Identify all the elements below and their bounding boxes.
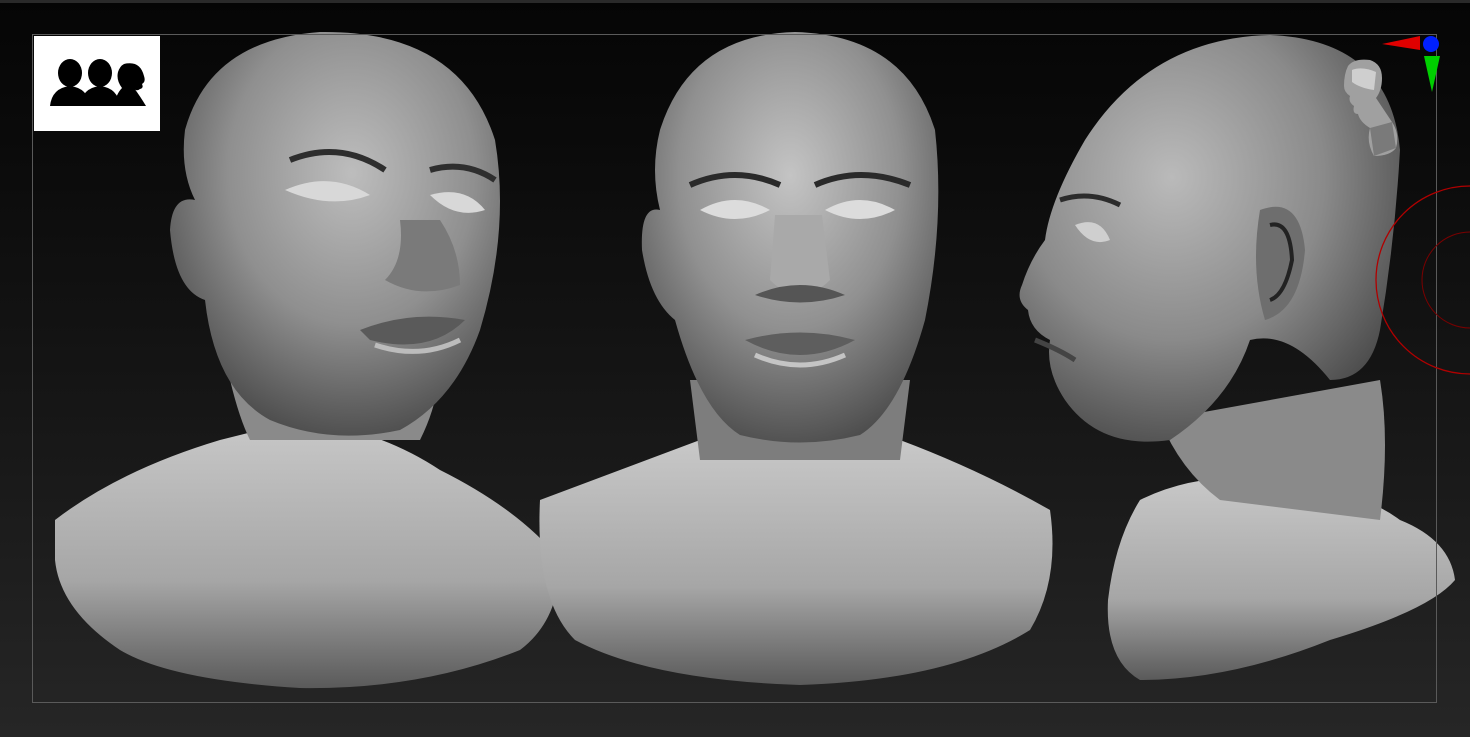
perspective-badge[interactable] <box>34 36 160 131</box>
canvas-viewport[interactable] <box>0 0 1470 737</box>
three-heads-icon <box>50 59 146 106</box>
brush-circle-icon <box>1375 185 1470 375</box>
axis-gizmo-icon[interactable] <box>1330 30 1445 165</box>
document-frame <box>32 34 1437 703</box>
head-thumbnail-icon <box>1344 59 1398 156</box>
